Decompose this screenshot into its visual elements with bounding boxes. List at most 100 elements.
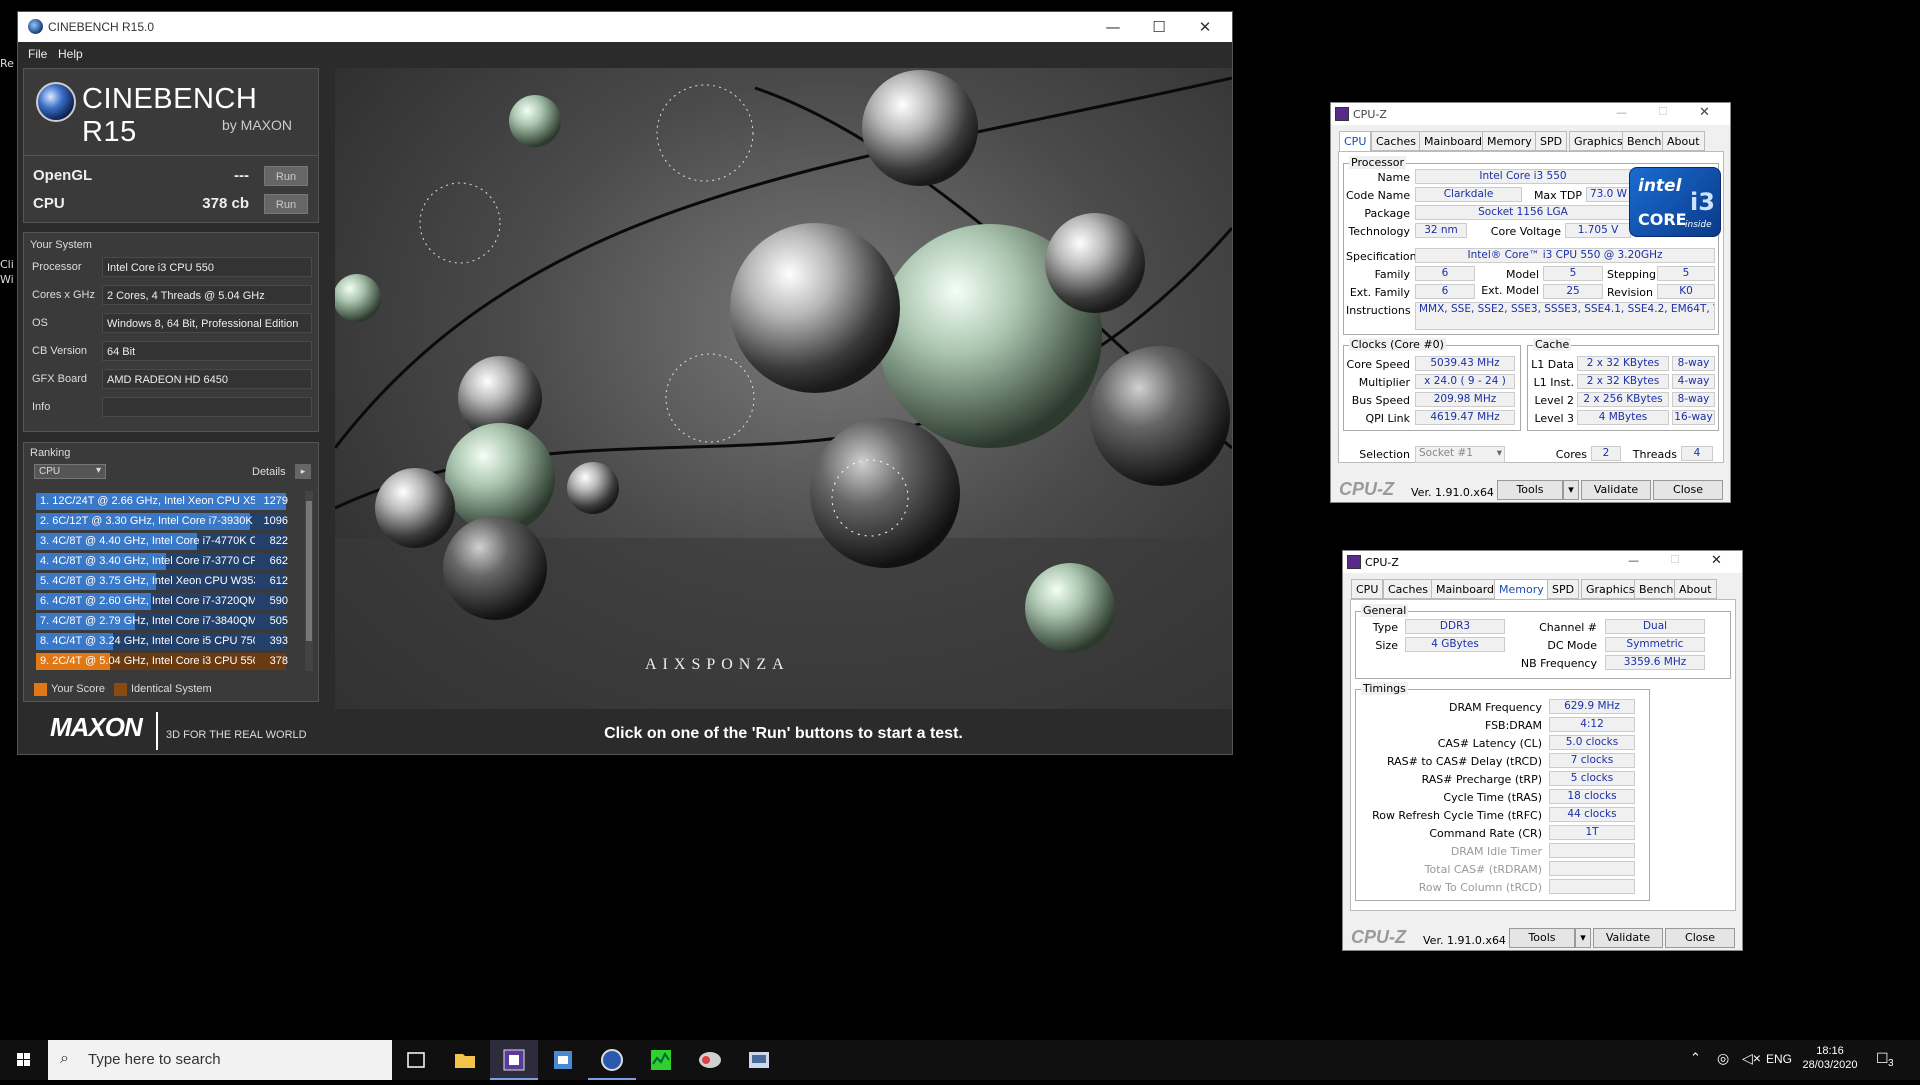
ranking-scrollbar[interactable] [305,491,313,671]
language-indicator[interactable]: ENG [1766,1052,1792,1066]
ranking-item[interactable]: 1. 12C/24T @ 2.66 GHz, Intel Xeon CPU X5… [36,493,304,510]
l1-data-label: L1 Data [1531,358,1574,371]
search-box[interactable]: ⌕ Type here to search [48,1040,392,1080]
package-label: Package [1364,207,1410,220]
close-window-button[interactable]: Close [1653,480,1723,500]
task-view-icon[interactable] [392,1040,440,1080]
opengl-run-button[interactable]: Run [264,166,308,186]
opengl-label: OpenGL [33,167,93,184]
tools-button[interactable]: Tools [1509,928,1575,948]
clock[interactable]: 18:16 28/03/2020 [1800,1045,1860,1071]
aixsponza-logo: AIXSPONZA [645,656,790,673]
validate-button[interactable]: Validate [1593,928,1663,948]
close-button[interactable]: ✕ [1182,12,1228,42]
render-viewport[interactable]: AIXSPONZA [335,68,1232,709]
close-button[interactable]: ✕ [1699,105,1710,120]
ranking-selector[interactable]: CPU ▾ [34,464,106,479]
menu-help[interactable]: Help [58,47,83,61]
cpu-run-button[interactable]: Run [264,194,308,214]
tab-mainboard[interactable]: Mainboard [1419,131,1488,151]
timing-value-field: 1T [1549,825,1635,840]
notifications-icon[interactable]: ☐ 3 [1876,1050,1898,1070]
ranking-item[interactable]: 4. 4C/8T @ 3.40 GHz, Intel Core i7-3770 … [36,553,304,570]
cinebench-taskbar-icon[interactable] [588,1040,636,1080]
cpu-z-taskbar-icon[interactable] [490,1040,538,1080]
brand-panel: CINEBENCH R15 by MAXON OpenGL --- Run CP… [23,68,319,223]
title-bar[interactable]: CINEBENCH R15.0 — ☐ ✕ [18,12,1232,42]
ext-family-label: Ext. Family [1349,286,1410,299]
title-bar[interactable]: CPU-Z — ☐ ✕ [1343,551,1742,573]
tools-dropdown-icon[interactable]: ▾ [1563,480,1579,500]
timing-value-field [1549,861,1635,876]
minimize-button[interactable]: — [1628,554,1639,567]
ranking-item[interactable]: 8. 4C/4T @ 3.24 GHz, Intel Core i5 CPU 7… [36,633,304,650]
minimize-button[interactable]: — [1090,12,1136,42]
ranking-item-your-score[interactable]: 9. 2C/4T @ 5.04 GHz, Intel Core i3 CPU 5… [36,653,304,670]
ranking-header: Ranking [30,447,71,459]
name-label: Name [1377,171,1410,184]
remote-app-icon[interactable] [735,1040,783,1080]
tab-graphics[interactable]: Graphics [1581,579,1640,599]
tab-mainboard[interactable]: Mainboard [1431,579,1500,599]
maxon-logo: MAXON [50,712,143,742]
maximize-button[interactable]: ☐ [1670,553,1680,566]
ranking-item-score: 1096 [263,515,288,527]
tab-memory[interactable]: Memory [1494,579,1549,601]
start-button[interactable] [0,1040,48,1080]
system-info-icon[interactable] [539,1040,587,1080]
badge-inside: inside [1685,220,1712,230]
maximize-button[interactable]: ☐ [1658,105,1668,118]
threads-label: Threads [1632,448,1677,461]
file-explorer-icon[interactable] [441,1040,489,1080]
ranking-item[interactable]: 6. 4C/8T @ 2.60 GHz, Intel Core i7-3720Q… [36,593,304,610]
tab-memory[interactable]: Memory [1482,131,1537,151]
maximize-button[interactable]: ☐ [1136,12,1182,42]
dc-mode-field: Symmetric [1605,637,1705,652]
tab-graphics[interactable]: Graphics [1569,131,1628,151]
tab-caches[interactable]: Caches [1383,579,1433,599]
tools-button[interactable]: Tools [1497,480,1563,500]
tab-about[interactable]: About [1674,579,1717,599]
ranking-item[interactable]: 2. 6C/12T @ 3.30 GHz, Intel Core i7-3930… [36,513,304,530]
tab-spd[interactable]: SPD [1547,579,1580,599]
tab-about[interactable]: About [1662,131,1705,151]
timing-label: Row Refresh Cycle Time (tRFC) [1372,809,1542,822]
title-bar[interactable]: CPU-Z — ☐ ✕ [1331,103,1730,125]
tab-bench[interactable]: Bench [1634,579,1679,599]
selection-dropdown[interactable]: Socket #1 ▾ [1415,446,1505,463]
hwmonitor-icon[interactable] [686,1040,734,1080]
close-window-button[interactable]: Close [1665,928,1735,948]
ranking-item[interactable]: 7. 4C/8T @ 2.79 GHz, Intel Core i7-3840Q… [36,613,304,630]
ranking-item[interactable]: 3. 4C/8T @ 4.40 GHz, Intel Core i7-4770K… [36,533,304,550]
ranking-item-score: 662 [269,555,288,567]
technology-label: Technology [1348,225,1410,238]
validate-button[interactable]: Validate [1581,480,1651,500]
tab-spd[interactable]: SPD [1535,131,1568,151]
network-globe-icon[interactable]: ◎ [1717,1050,1729,1067]
tools-dropdown-icon[interactable]: ▾ [1575,928,1591,948]
menu-file[interactable]: File [28,47,47,61]
tab-cpu[interactable]: CPU [1339,131,1372,153]
tab-cpu[interactable]: CPU [1351,579,1384,599]
identical-system-legend: Identical System [131,683,212,695]
model-field: 5 [1543,266,1603,281]
tab-caches[interactable]: Caches [1371,131,1421,151]
details-arrow-icon[interactable]: ▸ [295,464,311,479]
version-label: Ver. 1.91.0.x64 [1411,486,1494,499]
group-title: General [1361,604,1409,617]
tab-bench[interactable]: Bench [1622,131,1667,151]
your-score-legend: Your Score [51,683,106,695]
details-label[interactable]: Details [252,466,286,478]
gpu-monitor-icon[interactable] [637,1040,685,1080]
revision-label: Revision [1607,286,1653,299]
system-row[interactable]: Info [32,397,312,419]
volume-muted-icon[interactable]: ◁× [1742,1050,1761,1067]
threads-field: 4 [1681,446,1713,461]
ranking-item[interactable]: 5. 4C/8T @ 3.75 GHz, Intel Xeon CPU W353… [36,573,304,590]
stepping-field: 5 [1657,266,1715,281]
minimize-button[interactable]: — [1616,106,1627,119]
render-scene [335,70,1232,709]
bus-speed-label: Bus Speed [1351,394,1410,407]
close-button[interactable]: ✕ [1711,553,1722,568]
show-hidden-icons-chevron-icon[interactable]: ⌃ [1690,1050,1701,1066]
